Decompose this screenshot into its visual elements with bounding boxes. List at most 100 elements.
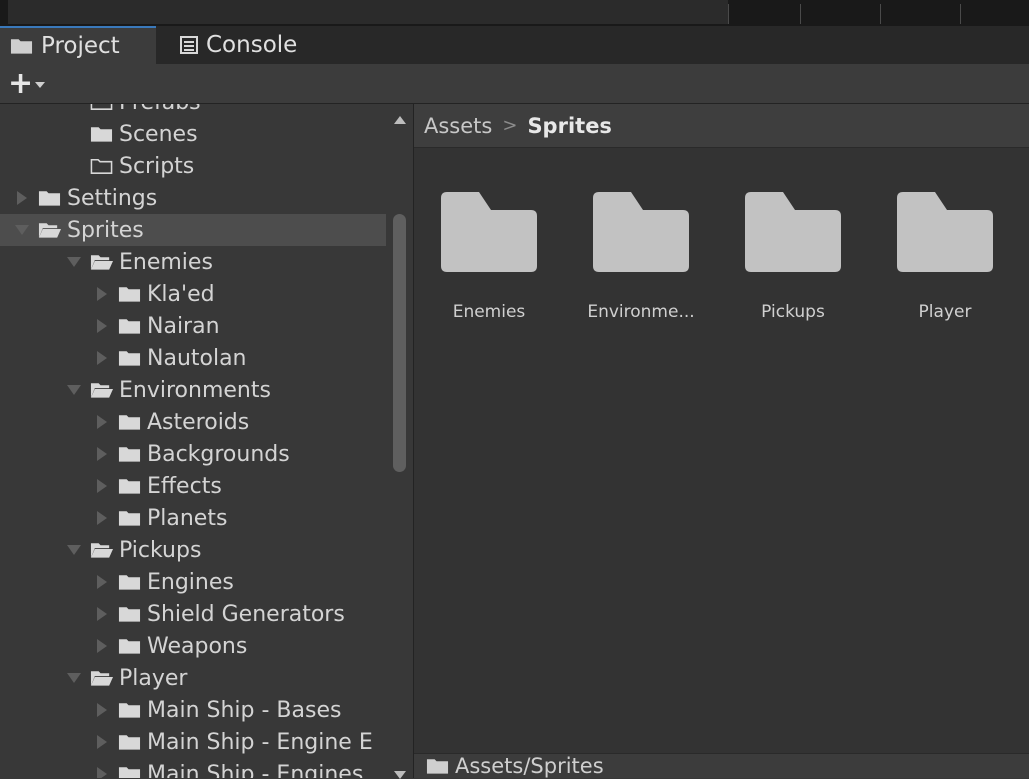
tree-item[interactable]: Nairan <box>0 310 386 342</box>
tree-item[interactable]: Weapons <box>0 630 386 662</box>
expand-arrow-down-icon[interactable] <box>64 534 84 566</box>
tab-project[interactable]: Project <box>0 26 156 64</box>
large-folder-icon <box>745 192 841 272</box>
breadcrumb-sprites[interactable]: Sprites <box>527 114 612 138</box>
tree-item-label: Main Ship - Engines <box>147 761 364 779</box>
expand-arrow-right-icon[interactable] <box>92 630 112 662</box>
top-divider <box>728 4 729 24</box>
tree-item[interactable]: Asteroids <box>0 406 386 438</box>
expand-arrow-right-icon[interactable] <box>92 726 112 758</box>
folder-icon <box>10 39 33 54</box>
tree-item-label: Nautolan <box>147 345 247 371</box>
tree-item[interactable]: Planets <box>0 502 386 534</box>
asset-tile[interactable]: Pickups <box>718 148 868 338</box>
scroll-up-arrow-icon[interactable] <box>394 116 406 124</box>
expand-arrow-right-icon[interactable] <box>92 278 112 310</box>
expand-arrow-right-icon[interactable] <box>92 310 112 342</box>
tree-item-label: Planets <box>147 505 228 531</box>
folder-open-icon <box>90 255 113 270</box>
tree-item[interactable]: Nautolan <box>0 342 386 374</box>
tree-item[interactable]: Backgrounds <box>0 438 386 470</box>
expand-arrow-right-icon[interactable] <box>92 502 112 534</box>
folder-icon <box>118 607 141 622</box>
expand-arrow-down-icon[interactable] <box>64 374 84 406</box>
dropdown-caret-icon <box>35 82 46 88</box>
tree-item-label: Main Ship - Bases <box>147 697 342 723</box>
tree-item[interactable]: Player <box>0 662 386 694</box>
tree-item-label: Main Ship - Engine E <box>147 729 373 755</box>
folder-icon <box>118 511 141 526</box>
tree-item-label: Environments <box>119 377 271 403</box>
expand-arrow-right-icon[interactable] <box>12 182 32 214</box>
tree-item[interactable]: Main Ship - Engines <box>0 758 386 778</box>
tree-scrollbar[interactable] <box>386 104 414 779</box>
asset-tile-label: Enemies <box>452 302 526 322</box>
expand-arrow-right-icon[interactable] <box>92 758 112 778</box>
tree-item[interactable]: Shield Generators <box>0 598 386 630</box>
tree-item[interactable]: Sprites <box>0 214 386 246</box>
no-arrow <box>64 118 84 150</box>
asset-tile[interactable]: Player <box>870 148 1020 338</box>
asset-tile-label: Player <box>918 302 972 322</box>
scrollbar-thumb[interactable] <box>393 214 406 472</box>
top-divider <box>800 4 801 24</box>
expand-arrow-right-icon[interactable] <box>92 406 112 438</box>
folder-icon <box>90 127 113 142</box>
no-arrow <box>64 150 84 182</box>
tree-item[interactable]: Settings <box>0 182 386 214</box>
expand-arrow-right-icon[interactable] <box>92 694 112 726</box>
tree-item-label: Weapons <box>147 633 248 659</box>
expand-arrow-right-icon[interactable] <box>92 566 112 598</box>
expand-arrow-down-icon[interactable] <box>64 662 84 694</box>
expand-arrow-down-icon[interactable] <box>12 214 32 246</box>
expand-arrow-right-icon[interactable] <box>92 342 112 374</box>
tree-item-label: Nairan <box>147 313 220 339</box>
tab-console[interactable]: Console <box>170 26 320 64</box>
asset-tile[interactable]: Enemies <box>414 148 564 338</box>
folder-outline-icon <box>90 104 113 110</box>
folder-open-icon <box>90 543 113 558</box>
top-window-strip <box>0 0 1029 26</box>
tree-item-label: Effects <box>147 473 222 499</box>
asset-tile[interactable]: Environme... <box>566 148 716 338</box>
plus-icon: + <box>8 66 34 101</box>
folder-icon <box>118 351 141 366</box>
tree-item-label: Player <box>119 665 188 691</box>
tree-item-label: Pickups <box>119 537 202 563</box>
folder-icon <box>38 191 61 206</box>
tree-item-label: Scripts <box>119 153 195 179</box>
tree-item-label: Enemies <box>119 249 213 275</box>
folder-icon <box>118 575 141 590</box>
tab-console-label: Console <box>206 32 298 58</box>
tree-item[interactable]: Environments <box>0 374 386 406</box>
tree-item[interactable]: Enemies <box>0 246 386 278</box>
panel-tab-bar: Project Console <box>0 26 1029 64</box>
add-asset-button[interactable]: + <box>8 66 64 101</box>
tree-item[interactable]: Prefabs <box>0 104 386 118</box>
tree-item[interactable]: Effects <box>0 470 386 502</box>
status-path: Assets/Sprites <box>455 754 604 778</box>
large-folder-icon <box>441 192 537 272</box>
tree-item[interactable]: Scenes <box>0 118 386 150</box>
tree-item[interactable]: Main Ship - Bases <box>0 694 386 726</box>
tree-item[interactable]: Pickups <box>0 534 386 566</box>
folder-open-icon <box>90 671 113 686</box>
expand-arrow-down-icon[interactable] <box>64 246 84 278</box>
expand-arrow-right-icon[interactable] <box>92 598 112 630</box>
project-folder-tree: Prefabs Scenes Scripts Settings Sprites Enemi… <box>0 104 386 778</box>
tree-item[interactable]: Engines <box>0 566 386 598</box>
folder-icon <box>118 735 141 750</box>
expand-arrow-right-icon[interactable] <box>92 470 112 502</box>
tree-item[interactable]: Kla'ed <box>0 278 386 310</box>
folder-icon <box>118 767 141 778</box>
tree-item[interactable]: Main Ship - Engine E <box>0 726 386 758</box>
tree-item[interactable]: Scripts <box>0 150 386 182</box>
console-icon <box>180 36 198 54</box>
breadcrumb-assets[interactable]: Assets <box>424 114 492 138</box>
folder-open-icon <box>90 383 113 398</box>
folder-icon <box>118 319 141 334</box>
top-divider <box>880 4 881 24</box>
large-folder-icon <box>593 192 689 272</box>
breadcrumb: Assets > Sprites <box>414 104 1029 148</box>
expand-arrow-right-icon[interactable] <box>92 438 112 470</box>
